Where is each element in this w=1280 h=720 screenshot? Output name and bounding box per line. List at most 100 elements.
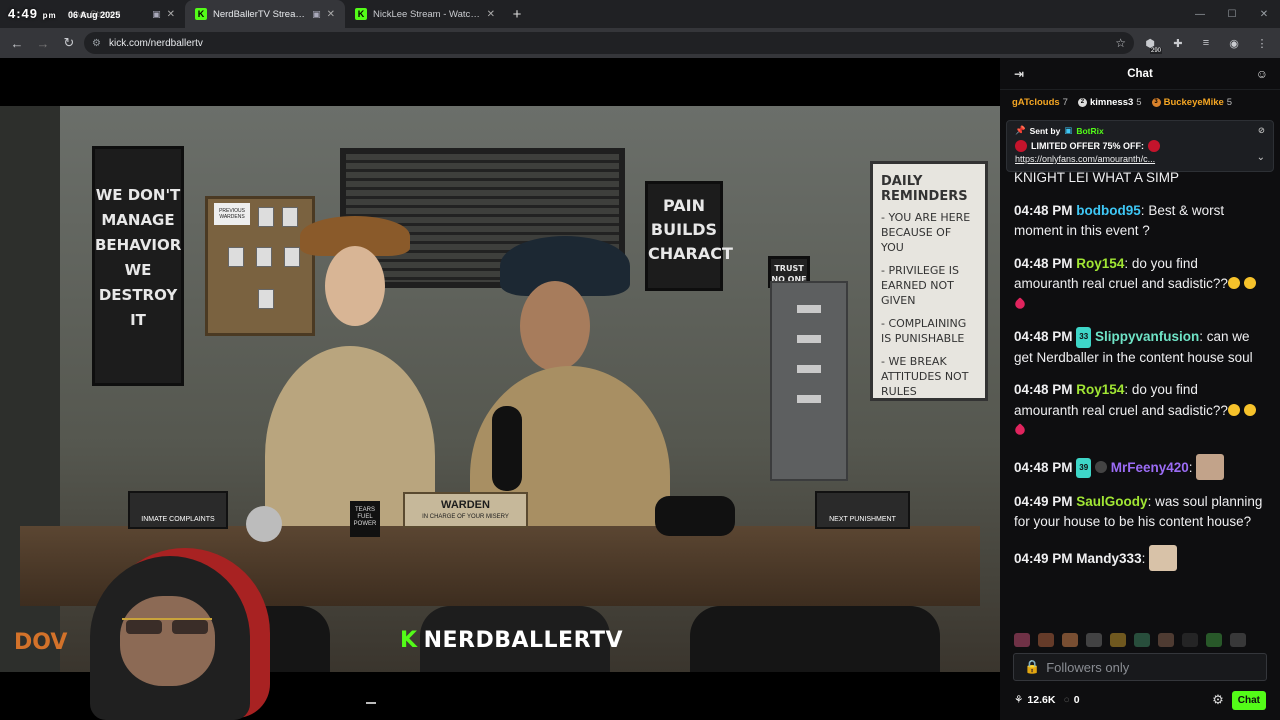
poster-manage-behavior: WE DON'T MANAGE BEHAVIOR WE DESTROY IT xyxy=(92,146,184,386)
new-tab-button[interactable]: + xyxy=(505,2,529,26)
chat-message: 04:48 PM bodbod95: Best & worst moment i… xyxy=(1014,202,1225,239)
user-avatar-icon xyxy=(1094,460,1107,473)
leaderboard-user: BuckeyeMike xyxy=(1163,96,1224,108)
message-time: 04:49 PM xyxy=(1014,493,1073,509)
leaderboard-count: 5 xyxy=(1226,96,1233,108)
chat-input-placeholder: Followers only xyxy=(1046,659,1130,675)
maximize-icon[interactable]: ☐ xyxy=(1216,0,1248,28)
rank-icon: 2 xyxy=(1077,97,1087,107)
chat-input[interactable]: 🔒 Followers only xyxy=(1013,653,1267,681)
clock-overlay: 4:49 pm xyxy=(8,6,57,21)
url-omnibox[interactable]: ⚙ kick.com/nerdballertv ☆ xyxy=(84,32,1134,54)
kicks-icon: ⚘ xyxy=(1014,694,1024,706)
minimize-icon[interactable]: — xyxy=(1184,0,1216,28)
image-emote-icon xyxy=(1196,453,1225,480)
emote-icon[interactable] xyxy=(1062,633,1078,647)
tray-inmate-complaints: INMATE COMPLAINTS xyxy=(128,491,228,529)
reminder-item: - COMPLAINING IS PUNISHABLE xyxy=(881,317,967,345)
chat-users-icon[interactable]: ☺ xyxy=(1256,67,1268,81)
emote-icon[interactable] xyxy=(1086,633,1102,647)
cat-emote-icon xyxy=(1149,544,1178,571)
pinned-offer: LIMITED OFFER 75% OFF: xyxy=(1015,140,1265,152)
close-icon[interactable]: ✕ xyxy=(327,9,335,20)
site-info-icon[interactable]: ⚙ xyxy=(92,38,101,49)
emote-icon[interactable] xyxy=(1230,633,1246,647)
points-count: 0 xyxy=(1073,694,1080,706)
desk-phone xyxy=(655,496,735,536)
profile-icon[interactable]: ◉ xyxy=(1222,32,1246,54)
video-control-hint xyxy=(366,702,376,704)
kicks-button[interactable]: ⚘ 12.6K xyxy=(1014,694,1055,706)
leaderboard-count: 7 xyxy=(1062,96,1068,108)
chat-settings-icon[interactable]: ⚙ xyxy=(1212,692,1224,708)
date-overlay: 06 Aug 2025 xyxy=(68,10,121,20)
forward-icon[interactable]: → xyxy=(32,32,54,54)
send-chat-button[interactable]: Chat xyxy=(1231,690,1266,710)
reload-icon[interactable]: ↻ xyxy=(58,32,80,54)
gem-emote-icon xyxy=(1015,140,1027,152)
media-controls-icon[interactable]: ≡ xyxy=(1194,32,1218,54)
chat-header: ⇥ Chat ☺ xyxy=(1000,58,1280,90)
chat-message: 04:48 PM Roy154: do you find amouranth r… xyxy=(1013,254,1266,316)
leaderboard-entry[interactable]: gATclouds 7 xyxy=(1012,97,1068,108)
browser-menu-icon[interactable]: ⋮ xyxy=(1250,32,1274,54)
chat-panel: ⇥ Chat ☺ gATclouds 7 2 kimness3 5 3 Buck… xyxy=(1000,58,1280,720)
message-time: 04:48 PM xyxy=(1014,202,1073,218)
poster-pain-builds: PAIN BUILDS CHARACT xyxy=(645,181,733,291)
reminder-item: - WE BREAK ATTITUDES NOT RULES xyxy=(881,355,969,398)
emote-icon[interactable] xyxy=(1038,633,1054,647)
message-user[interactable]: Roy154 xyxy=(1076,382,1124,397)
board-title: PREVIOUS WARDENS xyxy=(214,203,250,225)
rank-icon: 3 xyxy=(1151,97,1161,107)
gifter-leaderboard: gATclouds 7 2 kimness3 5 3 BuckeyeMike 5 xyxy=(1000,90,1280,114)
tab-title: NerdBallerTV Stream - Watch xyxy=(213,8,306,20)
chat-message: 04:49 PM Mandy333: xyxy=(1014,544,1266,571)
message-time: 04:48 PM xyxy=(1014,255,1073,271)
message-user[interactable]: Slippyvanfusion xyxy=(1095,329,1199,344)
mug: TEARS FUEL POWER xyxy=(350,501,380,537)
emote-icon[interactable] xyxy=(1206,633,1222,647)
emote-icon[interactable] xyxy=(1110,633,1126,647)
extension-icon[interactable]: ⬢ 290 xyxy=(1138,32,1162,54)
sunglasses xyxy=(122,618,212,634)
leaderboard-user: kimness3 xyxy=(1089,96,1134,108)
emote-icon[interactable] xyxy=(1182,633,1198,647)
emote-icon[interactable] xyxy=(1158,633,1174,647)
pinned-sender[interactable]: BotRix xyxy=(1076,126,1103,136)
leaderboard-user: gATclouds xyxy=(1012,96,1060,108)
emote-icon[interactable] xyxy=(1134,633,1150,647)
chat-message: 04:49 PM SaulGoody: was soul planning fo… xyxy=(1014,493,1263,530)
back-icon[interactable]: ← xyxy=(6,32,28,54)
nameplate-subtitle: IN CHARGE OF YOUR MISERY xyxy=(422,514,509,520)
hide-pin-icon[interactable]: ⊘ xyxy=(1258,125,1265,136)
streamer-webcam xyxy=(50,536,300,720)
close-icon[interactable]: ✕ xyxy=(167,9,175,20)
message-user[interactable]: bodbod95 xyxy=(1076,203,1141,218)
window-close-icon[interactable]: ✕ xyxy=(1248,0,1280,28)
chevron-down-icon[interactable]: ⌄ xyxy=(1257,152,1265,163)
channel-name: NERDBALLERTV xyxy=(423,628,624,653)
extension-badge: 290 xyxy=(1149,48,1162,54)
emote-icon[interactable] xyxy=(1014,633,1030,647)
pinned-message[interactable]: 📌 Sent by ▣ BotRix ⊘ LIMITED OFFER 75% O… xyxy=(1006,120,1274,172)
message-user[interactable]: Mandy333 xyxy=(1076,551,1141,566)
message-user[interactable]: SaulGoody xyxy=(1076,494,1147,509)
tab-nicklee[interactable]: K NickLee Stream - Watch Live on ✕ xyxy=(345,0,505,28)
tab-media-icon[interactable]: ▣ xyxy=(312,9,321,20)
close-icon[interactable]: ✕ xyxy=(487,9,495,20)
message-user[interactable]: MrFeeny420 xyxy=(1111,460,1189,475)
leaderboard-entry[interactable]: 3 BuckeyeMike 5 xyxy=(1151,96,1233,108)
video-player[interactable]: WE DON'T MANAGE BEHAVIOR WE DESTROY IT P… xyxy=(0,58,1000,720)
warden-photo xyxy=(282,207,298,227)
tab-nerdballertv[interactable]: K NerdBallerTV Stream - Watch ▣ ✕ xyxy=(185,0,345,28)
kicks-count: 12.6K xyxy=(1027,694,1056,706)
tab-media-icon[interactable]: ▣ xyxy=(152,9,161,20)
collapse-chat-icon[interactable]: ⇥ xyxy=(1014,67,1024,81)
leaderboard-entry[interactable]: 2 kimness3 5 xyxy=(1077,96,1142,108)
sent-by-label: Sent by xyxy=(1029,125,1061,136)
extensions-puzzle-icon[interactable]: ✚ xyxy=(1166,32,1190,54)
pinned-link[interactable]: https://onlyfans.com/amouranth/c... xyxy=(1015,154,1265,164)
bookmark-star-icon[interactable]: ☆ xyxy=(1115,36,1126,50)
message-user[interactable]: Roy154 xyxy=(1076,256,1124,271)
points-counter[interactable]: ○ 0 xyxy=(1063,694,1079,706)
